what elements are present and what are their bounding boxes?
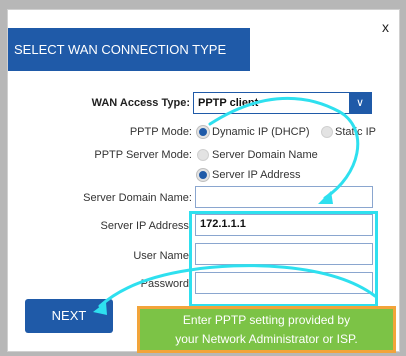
server-domain-name-input[interactable] bbox=[195, 186, 373, 208]
pptp-server-mode-label: PPTP Server Mode: bbox=[94, 149, 192, 161]
radio-dynamic-ip[interactable] bbox=[197, 126, 209, 138]
wan-access-type-select[interactable]: PPTP client ∨ bbox=[193, 92, 372, 114]
radio-static-ip-label[interactable]: Static IP bbox=[335, 126, 376, 138]
chevron-down-icon[interactable]: ∨ bbox=[349, 93, 371, 113]
tip-line-2: your Network Administrator or ISP. bbox=[175, 332, 358, 346]
radio-dynamic-ip-label[interactable]: Dynamic IP (DHCP) bbox=[212, 126, 310, 138]
wan-access-type-value: PPTP client bbox=[198, 97, 259, 109]
password-label: Password: bbox=[140, 278, 192, 290]
radio-server-domain-name-label[interactable]: Server Domain Name bbox=[212, 149, 318, 161]
wan-connection-dialog: x SELECT WAN CONNECTION TYPE WAN Access … bbox=[7, 9, 400, 353]
user-name-label: User Name: bbox=[133, 250, 192, 262]
radio-static-ip[interactable] bbox=[321, 126, 333, 138]
close-icon[interactable]: x bbox=[382, 20, 389, 34]
radio-server-ip-address-label[interactable]: Server IP Address bbox=[212, 169, 300, 181]
server-ip-address-label: Server IP Address: bbox=[100, 220, 192, 232]
tip-callout: Enter PPTP setting provided by your Netw… bbox=[137, 306, 396, 353]
radio-server-ip-address[interactable] bbox=[197, 169, 209, 181]
next-button[interactable]: NEXT bbox=[25, 299, 113, 333]
wan-access-type-label: WAN Access Type: bbox=[91, 97, 190, 109]
highlight-box bbox=[189, 211, 378, 307]
tip-line-1: Enter PPTP setting provided by bbox=[182, 313, 351, 327]
server-domain-name-label: Server Domain Name: bbox=[83, 192, 192, 204]
radio-server-domain-name[interactable] bbox=[197, 149, 209, 161]
dialog-title: SELECT WAN CONNECTION TYPE bbox=[8, 28, 250, 71]
pptp-mode-label: PPTP Mode: bbox=[129, 126, 192, 138]
